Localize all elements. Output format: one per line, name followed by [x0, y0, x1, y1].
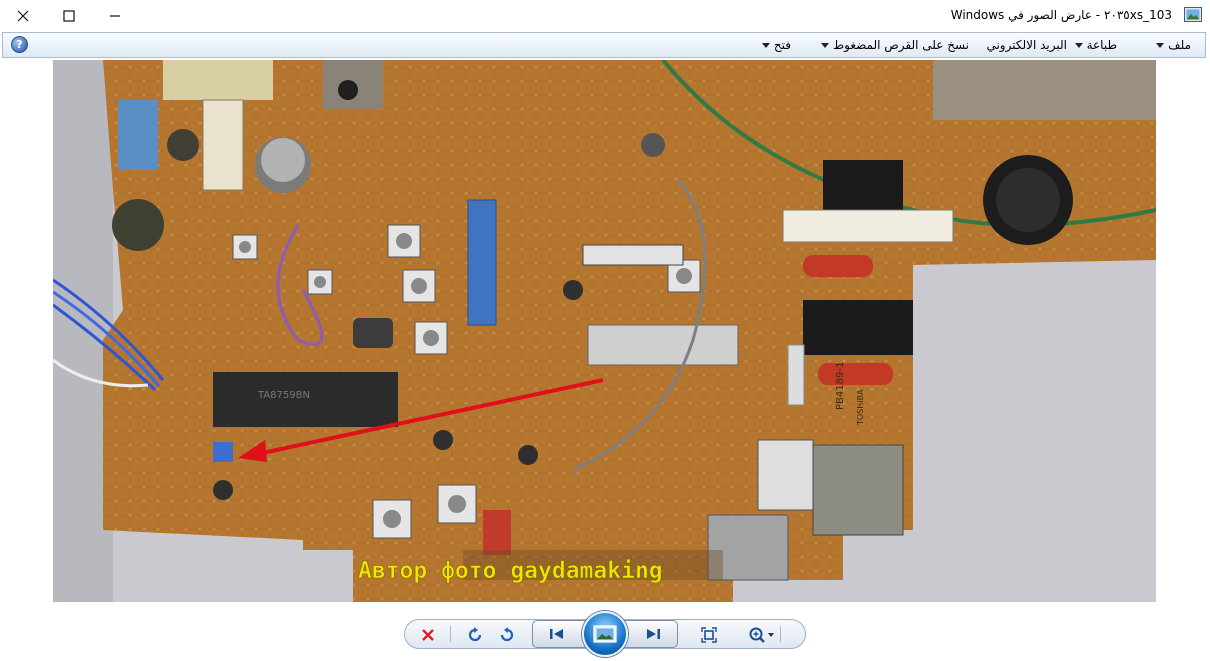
close-window-button[interactable]: [0, 0, 46, 31]
command-bar: ? ملف طباعة البريد الالكتروني نسخ على ال…: [2, 32, 1206, 58]
chevron-down-icon: [1156, 43, 1165, 48]
toolbar-separator: [780, 626, 781, 642]
chevron-down-icon: [821, 43, 830, 48]
menu-open[interactable]: فتح: [758, 38, 791, 52]
actual-size-button[interactable]: [697, 623, 721, 647]
rotate-clockwise-button[interactable]: [463, 623, 487, 647]
board-label: PB4189-1: [835, 362, 846, 410]
close-icon: [17, 10, 29, 21]
menu-file[interactable]: ملف: [1152, 38, 1191, 52]
menu-open-label: فتح: [773, 38, 791, 52]
rotate-counterclockwise-button[interactable]: [495, 623, 519, 647]
help-button[interactable]: ?: [11, 36, 28, 53]
help-icon: ?: [16, 38, 23, 51]
ic-label: TA8759BN: [257, 390, 310, 401]
toolbar-separator: [450, 626, 451, 642]
menu-email[interactable]: البريد الالكتروني: [986, 38, 1067, 52]
next-button[interactable]: [641, 622, 665, 646]
menu-email-label: البريد الالكتروني: [986, 38, 1067, 52]
chevron-down-icon: [761, 43, 770, 48]
minimize-icon: [110, 14, 120, 17]
delete-button[interactable]: [416, 623, 440, 647]
chevron-down-icon: [1074, 43, 1083, 48]
next-icon: [647, 629, 660, 639]
minimize-window-button[interactable]: [92, 0, 138, 31]
menu-burn[interactable]: نسخ على القرص المضغوط: [817, 38, 969, 52]
delete-icon: [422, 629, 434, 641]
zoom-button[interactable]: [745, 623, 779, 647]
title-bar: ٢٠٣٥xs_103 - عارض الصور في Windows: [0, 0, 1210, 31]
previous-button[interactable]: [545, 622, 569, 646]
maximize-icon: [63, 9, 75, 22]
slideshow-button[interactable]: [582, 611, 628, 657]
circuit-board-photo: TA8759BN PB4189-1 TOSHIBA Автор фото gay…: [53, 60, 1156, 602]
previous-icon: [550, 629, 563, 639]
rotate-counterclockwise-icon: [500, 627, 514, 642]
menu-burn-label: نسخ على القرص المضغوط: [833, 38, 969, 52]
photo-viewer-app-icon: [1184, 7, 1202, 22]
maximize-window-button[interactable]: [46, 0, 92, 31]
menu-print-label: طباعة: [1086, 38, 1117, 52]
brand-label: TOSHIBA: [856, 389, 865, 426]
menu-file-label: ملف: [1168, 38, 1191, 52]
slideshow-icon: [593, 625, 617, 643]
menu-print[interactable]: طباعة: [1071, 38, 1117, 52]
image-viewer-area: TA8759BN PB4189-1 TOSHIBA Автор фото gay…: [0, 58, 1210, 604]
zoom-icon: [749, 627, 774, 643]
rotate-clockwise-icon: [468, 627, 482, 642]
window-title: ٢٠٣٥xs_103 - عارض الصور في Windows: [950, 8, 1172, 22]
actual-size-icon: [701, 627, 717, 643]
photo-watermark: Автор фото gaydamaking: [358, 558, 663, 584]
